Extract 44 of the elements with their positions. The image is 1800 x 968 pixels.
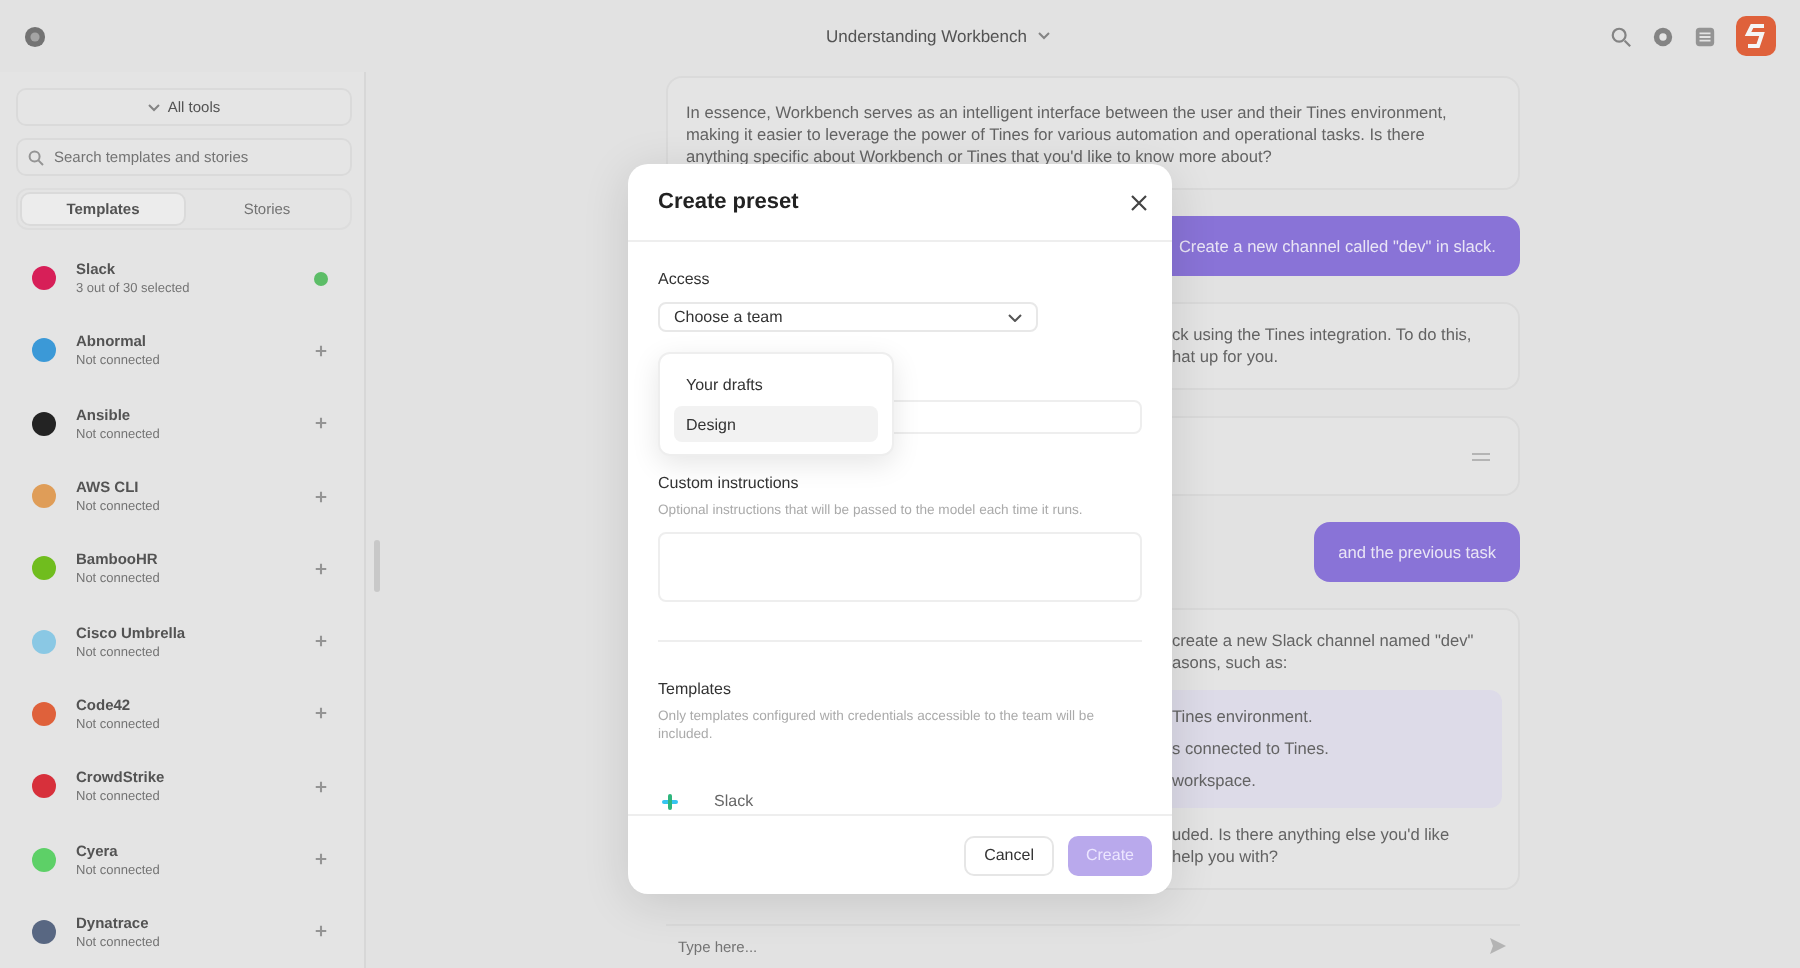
logo-icon[interactable]: [24, 25, 46, 47]
plus-icon[interactable]: [314, 924, 328, 939]
field-label: Access: [658, 270, 712, 288]
search-icon: [28, 150, 44, 166]
plus-icon[interactable]: [314, 634, 328, 649]
cancel-button[interactable]: Cancel: [964, 835, 1054, 875]
close-icon[interactable]: [1130, 193, 1148, 211]
plus-icon[interactable]: [314, 779, 328, 794]
message-text: anything specific about Workbench or Tines that you'd like to know more about?: [686, 146, 1274, 168]
collapse-icon[interactable]: [1472, 451, 1490, 461]
step-text: s connected to Tines.: [1172, 738, 1331, 760]
field-label: Templates: [658, 679, 733, 698]
message-text: uded. Is there anything else you'd like: [1172, 824, 1452, 846]
step-text: Tines environment.: [1172, 706, 1315, 728]
message-text: In essence, Workbench serves as an intelligent interface between the user and their Tines environment,: [686, 102, 1449, 124]
step-text: workspace.: [1172, 770, 1258, 792]
caret-icon: [1008, 313, 1022, 322]
list-icon[interactable]: [1694, 25, 1716, 47]
plus-icon[interactable]: [314, 852, 328, 867]
settings-icon[interactable]: [1652, 25, 1674, 47]
team-select[interactable]: Choose a team: [658, 302, 1038, 333]
search-icon[interactable]: [1610, 25, 1632, 47]
user-message: and the previous task: [1314, 522, 1520, 582]
plus-icon[interactable]: [314, 561, 328, 576]
field-label: Custom instructions: [658, 473, 801, 492]
dialog-title: Create preset: [658, 190, 799, 214]
message-text: making it easier to leverage the power of Tines for various automation and operational tasks. Is there: [686, 124, 1427, 146]
message-text: help you with?: [1172, 846, 1281, 868]
plus-icon[interactable]: [314, 343, 328, 358]
plus-icon[interactable]: [314, 416, 328, 431]
team-option[interactable]: Your drafts: [674, 366, 878, 402]
message-text: hat up for you.: [1172, 346, 1281, 368]
message-text: ck using the Tines integration. To do this,: [1172, 324, 1474, 346]
account-avatar[interactable]: [1736, 16, 1776, 56]
conversation-title[interactable]: Understanding Workbench: [826, 26, 1049, 46]
template-name: Slack: [714, 792, 754, 811]
team-option[interactable]: Design: [674, 406, 878, 442]
plus-icon[interactable]: [314, 489, 328, 504]
caret-icon[interactable]: [1037, 32, 1049, 40]
plus-icon[interactable]: [314, 706, 328, 721]
message-text: asons, such as:: [1172, 652, 1290, 674]
send-icon[interactable]: [1488, 936, 1508, 956]
caret-icon: [147, 103, 160, 111]
message-text: create a new Slack channel named "dev": [1172, 630, 1476, 652]
